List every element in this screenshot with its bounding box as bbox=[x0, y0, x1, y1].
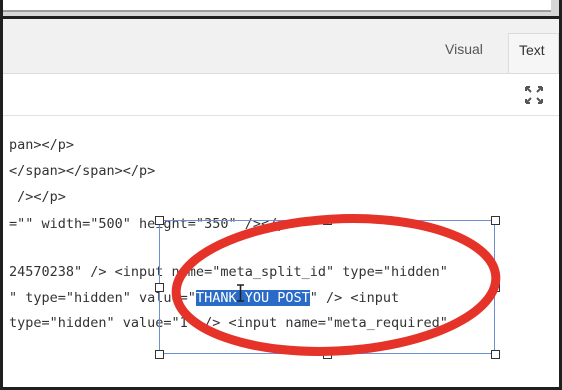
image-selection-box[interactable] bbox=[159, 220, 495, 354]
resize-handle-top-left[interactable] bbox=[155, 216, 164, 225]
resize-handle-bottom-left[interactable] bbox=[155, 350, 164, 359]
resize-handle-top[interactable] bbox=[323, 216, 332, 225]
resize-handle-bottom[interactable] bbox=[323, 350, 332, 359]
text-cursor-icon bbox=[237, 284, 244, 302]
resize-handle-left[interactable] bbox=[155, 283, 164, 292]
resize-handle-right[interactable] bbox=[491, 283, 500, 292]
resize-handle-bottom-right[interactable] bbox=[491, 350, 500, 359]
resize-handle-top-right[interactable] bbox=[491, 216, 500, 225]
